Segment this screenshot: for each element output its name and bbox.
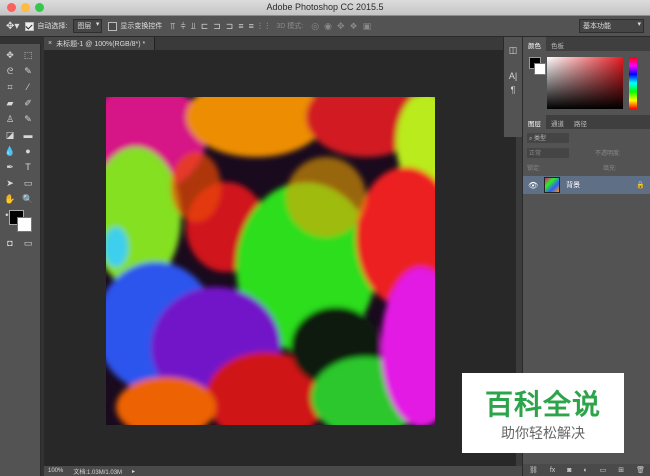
show-transform-checkbox[interactable]: 显示变换控件 bbox=[108, 21, 162, 31]
healing-brush-icon[interactable]: ▰ bbox=[3, 96, 17, 110]
move-tool-icon[interactable]: ✥▾ bbox=[6, 21, 19, 32]
pen-tool-icon[interactable]: ✒ bbox=[3, 160, 17, 174]
distribute-icon[interactable]: ⫶ bbox=[266, 21, 268, 32]
workspace-dropdown[interactable]: 基本功能 bbox=[579, 19, 644, 33]
kind-filter-dropdown[interactable]: ⌕ 类型 bbox=[527, 133, 569, 143]
panel-background-swatch[interactable] bbox=[534, 63, 546, 75]
visibility-eye-icon[interactable]: 👁 bbox=[528, 181, 538, 190]
opacity-label: 不透明度: bbox=[595, 151, 621, 157]
distribute-icon[interactable]: ⫶ bbox=[259, 21, 261, 32]
options-bar: ✥▾ 自动选择: 图层 显示变换控件 ⫪ ⫩ ⫫ ⊏ ⊐ ⊐ ≡ ≡ ⫶ ⫶ 3… bbox=[0, 16, 650, 37]
layers-panel-tabs: 图层 通道 路径 bbox=[523, 115, 650, 129]
watermark-subtitle: 助你轻松解决 bbox=[501, 425, 585, 441]
shape-tool-icon[interactable]: ▭ bbox=[21, 176, 35, 190]
hand-tool-icon[interactable]: ✋ bbox=[3, 192, 17, 206]
history-panel-icon[interactable]: ◫ bbox=[506, 43, 520, 57]
distribute-icon[interactable]: ≡ bbox=[249, 21, 254, 32]
hue-slider[interactable] bbox=[629, 57, 637, 109]
mask-icon[interactable]: ◙ bbox=[567, 467, 571, 474]
tab-color[interactable]: 颜色 bbox=[523, 37, 546, 51]
lock-icon: 🔒 bbox=[636, 182, 645, 189]
watermark-box: 百科全说 助你轻松解决 bbox=[462, 373, 624, 453]
auto-select-dropdown[interactable]: 图层 bbox=[73, 19, 103, 33]
move-tool-icon[interactable]: ✥ bbox=[3, 48, 17, 62]
background-color-swatch[interactable] bbox=[17, 217, 32, 232]
zoom-level[interactable]: 100% bbox=[48, 468, 63, 474]
close-tab-icon[interactable]: × bbox=[48, 40, 52, 47]
marquee-tool-icon[interactable]: ⬚ bbox=[21, 48, 35, 62]
distribute-icon[interactable]: ≡ bbox=[238, 21, 243, 32]
fx-icon[interactable]: fx bbox=[550, 467, 555, 474]
document-tab[interactable]: × 未标题-1 @ 100%(RGB/8*) * bbox=[44, 37, 155, 50]
layers-footer: ⛓ fx ◙ ◐ ▭ ⊞ 🗑 bbox=[523, 464, 650, 476]
document-tab-label: 未标题-1 @ 100%(RGB/8*) * bbox=[56, 40, 146, 48]
align-left-icon[interactable]: ⊏ bbox=[201, 21, 209, 32]
show-transform-label: 显示变换控件 bbox=[120, 23, 163, 30]
status-bar: 100% 文档:1.03M/1.03M ▸ bbox=[44, 466, 526, 476]
collapsed-panel-dock: ◫ A| ¶ bbox=[503, 37, 522, 137]
3d-tools[interactable]: ◎ ◉ ✥ ❖ ▣ bbox=[311, 21, 371, 32]
align-hcenter-icon[interactable]: ⊐ bbox=[213, 21, 221, 32]
color-panel-tabs: 颜色 色板 bbox=[523, 37, 650, 51]
eyedropper-icon[interactable]: ⁄ bbox=[21, 80, 35, 94]
tab-layers[interactable]: 图层 bbox=[523, 115, 546, 129]
crop-tool-icon[interactable]: ⌗ bbox=[3, 80, 17, 94]
type-tool-icon[interactable]: T bbox=[21, 160, 35, 174]
align-top-icon[interactable]: ⫪ bbox=[170, 21, 175, 32]
delete-layer-icon[interactable]: 🗑 bbox=[636, 466, 645, 474]
layer-thumbnail bbox=[544, 177, 561, 193]
kind-filter-label: 类型 bbox=[534, 136, 547, 142]
paragraph-panel-icon[interactable]: ¶ bbox=[506, 83, 520, 97]
document-canvas[interactable] bbox=[106, 97, 435, 425]
color-field[interactable] bbox=[547, 57, 623, 109]
abstract-artwork bbox=[106, 97, 435, 425]
lock-label: 锁定: bbox=[527, 166, 541, 172]
adjustment-icon[interactable]: ◐ bbox=[583, 467, 587, 474]
search-icon: ⌕ bbox=[529, 136, 533, 142]
layer-row[interactable]: 👁 背景 🔒 bbox=[523, 176, 650, 194]
quick-mask-icon[interactable]: ◘ bbox=[3, 236, 17, 250]
status-arrow-icon[interactable]: ▸ bbox=[132, 468, 135, 475]
app-title: Adobe Photoshop CC 2015.5 bbox=[266, 2, 384, 12]
link-layers-icon[interactable]: ⛓ bbox=[529, 466, 538, 474]
path-select-icon[interactable]: ➤ bbox=[3, 176, 17, 190]
document-size[interactable]: 文档:1.03M/1.03M bbox=[73, 467, 122, 476]
roll-icon[interactable]: ◉ bbox=[324, 21, 332, 32]
gradient-tool-icon[interactable]: ▬ bbox=[21, 128, 35, 142]
auto-select-label: 自动选择: bbox=[37, 23, 68, 30]
screen-mode-icon[interactable]: ▭ bbox=[21, 236, 35, 250]
brush-tool-icon[interactable]: ✐ bbox=[21, 96, 35, 110]
blur-tool-icon[interactable]: 💧 bbox=[3, 144, 17, 158]
watermark-title: 百科全说 bbox=[484, 389, 601, 420]
pan-3d-icon[interactable]: ✥ bbox=[337, 21, 345, 32]
tab-paths[interactable]: 路径 bbox=[569, 115, 592, 129]
mode-3d-label: 3D 模式: bbox=[276, 23, 304, 30]
layer-name[interactable]: 背景 bbox=[566, 180, 580, 190]
eraser-tool-icon[interactable]: ◪ bbox=[3, 128, 17, 142]
fill-label: 填充: bbox=[603, 166, 617, 172]
align-vcenter-icon[interactable]: ⫩ bbox=[180, 21, 185, 32]
character-panel-icon[interactable]: A| bbox=[506, 69, 520, 83]
blend-mode-dropdown[interactable]: 正常 bbox=[527, 148, 569, 158]
new-layer-icon[interactable]: ⊞ bbox=[618, 466, 624, 474]
align-bottom-icon[interactable]: ⫫ bbox=[191, 21, 196, 32]
slide-icon[interactable]: ❖ bbox=[350, 21, 358, 32]
tab-channels[interactable]: 通道 bbox=[546, 115, 569, 129]
align-right-icon[interactable]: ⊐ bbox=[226, 21, 234, 32]
quick-select-icon[interactable]: ✎ bbox=[21, 64, 35, 78]
scale-3d-icon[interactable]: ▣ bbox=[363, 21, 372, 32]
tab-swatches[interactable]: 色板 bbox=[546, 37, 569, 51]
dodge-tool-icon[interactable]: ● bbox=[21, 144, 35, 158]
align-buttons[interactable]: ⫪ ⫩ ⫫ ⊏ ⊐ ⊐ ≡ ≡ ⫶ ⫶ bbox=[170, 21, 268, 32]
group-icon[interactable]: ▭ bbox=[600, 466, 607, 474]
auto-select-checkbox[interactable]: 自动选择: bbox=[25, 21, 67, 31]
title-bar: Adobe Photoshop CC 2015.5 bbox=[0, 0, 650, 16]
orbit-icon[interactable]: ◎ bbox=[311, 21, 319, 32]
tools-panel: ✥ ⬚ ᘓ ✎ ⌗ ⁄ ▰ ✐ ♙ ✎ ◪ ▬ 💧 ● ✒ T ➤ ▭ ✋ 🔍 … bbox=[0, 44, 41, 476]
zoom-tool-icon[interactable]: 🔍 bbox=[21, 192, 35, 206]
history-brush-icon[interactable]: ✎ bbox=[21, 112, 35, 126]
lasso-tool-icon[interactable]: ᘓ bbox=[3, 64, 17, 78]
stamp-tool-icon[interactable]: ♙ bbox=[3, 112, 17, 126]
